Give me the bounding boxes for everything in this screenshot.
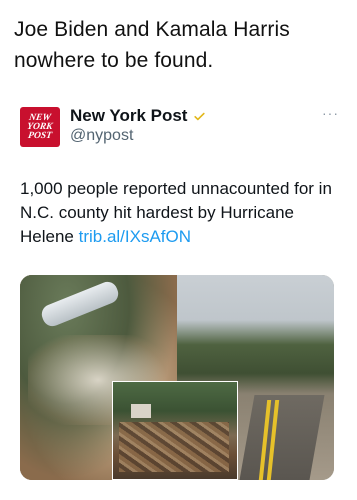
more-icon[interactable]: ··· <box>322 105 339 121</box>
debris-pile <box>119 422 229 472</box>
verified-badge-icon <box>194 112 206 120</box>
account-handle[interactable]: @nypost <box>70 127 133 145</box>
house-shape <box>131 404 151 418</box>
tweet-link[interactable]: trib.al/IXsAfON <box>79 227 191 246</box>
account-name-row: New York Post <box>70 106 206 126</box>
debris-photo[interactable] <box>112 381 238 480</box>
avatar[interactable]: NEW YORK POST <box>20 107 60 147</box>
post-caption: Joe Biden and Kamala Harris nowhere to b… <box>14 18 290 72</box>
embedded-tweet[interactable]: NEW YORK POST New York Post @nypost ··· … <box>8 95 349 492</box>
submerged-car <box>38 278 122 330</box>
avatar-line-3: POST <box>27 130 53 141</box>
account-name[interactable]: New York Post <box>70 106 187 126</box>
tweet-text: 1,000 people reported unnacounted for in… <box>20 177 342 249</box>
tweet-media[interactable] <box>20 275 334 480</box>
road-surface <box>239 395 325 480</box>
